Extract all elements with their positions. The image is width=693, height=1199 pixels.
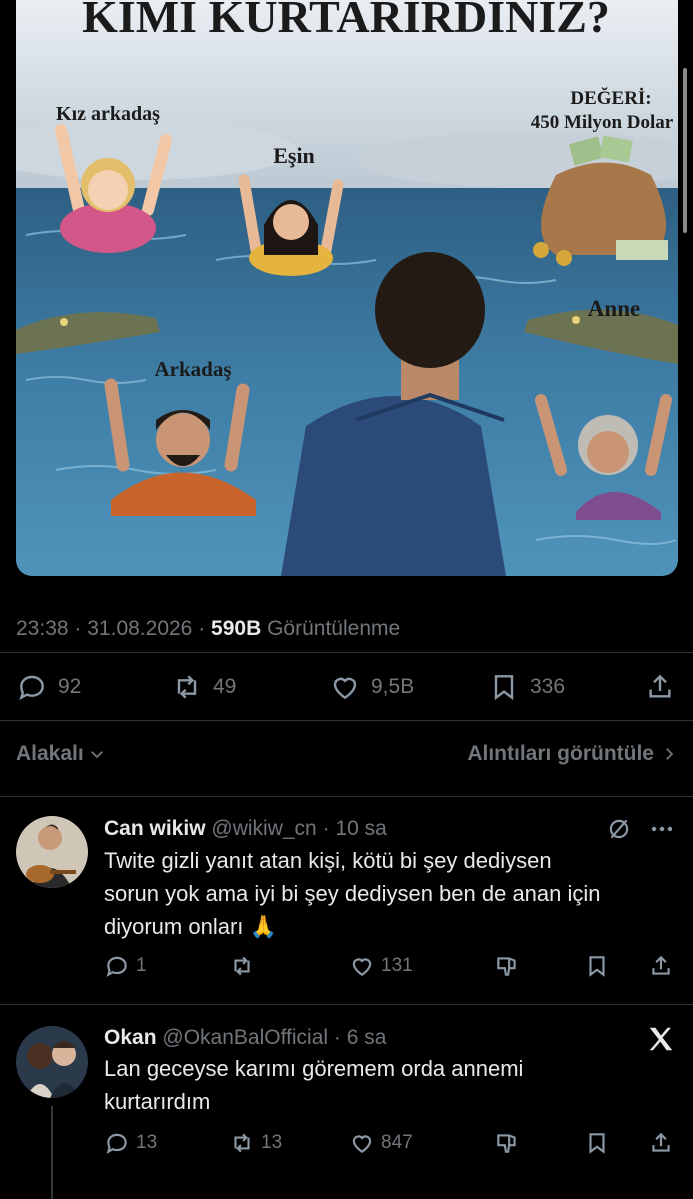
sort-dropdown[interactable]: Alakalı: [16, 742, 106, 766]
sort-label: Alakalı: [16, 742, 84, 765]
label-friend: Arkadaş: [154, 357, 231, 381]
heart-icon: [352, 958, 372, 976]
meta-separator: ·: [198, 617, 206, 640]
like-button[interactable]: 9,5B: [329, 668, 414, 706]
tweet-meta: 23:38 · 31.08.2026 · 590B Görüntülenme: [16, 617, 400, 641]
repost-button[interactable]: 13: [229, 1130, 282, 1156]
reply-count: 1: [136, 955, 147, 976]
reply-time[interactable]: 10 sa: [335, 817, 386, 840]
reply-text-line: Lan geceyse karımı göremem orda annemi: [104, 1056, 524, 1081]
avatar[interactable]: [16, 1026, 88, 1098]
bookmark-icon: [494, 675, 514, 701]
share-icon: [649, 674, 671, 698]
meta-separator: ·: [333, 1026, 341, 1049]
reply-text-line: Twite gizli yanıt atan kişi, kötü bi şey…: [104, 848, 552, 873]
reply-header: Okan @OkanBalOfficial · 6 sa: [104, 1026, 386, 1050]
handle[interactable]: @wikiw_cn: [211, 817, 316, 840]
reply-count: 92: [58, 675, 82, 698]
divider: [0, 652, 693, 653]
share-icon: [652, 1132, 670, 1152]
handle[interactable]: @OkanBalOfficial: [162, 1026, 328, 1049]
tweet-action-bar: 92 49 9,5B 336: [16, 668, 678, 706]
thread-connector: [51, 1106, 53, 1199]
tweet-date: 31.08.2026: [87, 617, 193, 640]
reply-text-line: sorun yok ama iyi bi şey dediysen ben de…: [104, 881, 601, 906]
avatar[interactable]: [16, 816, 88, 888]
scrollbar[interactable]: [683, 68, 687, 233]
bookmark-count: 336: [530, 675, 566, 698]
reply-time[interactable]: 6 sa: [347, 1026, 387, 1049]
chevron-down-icon: [90, 751, 103, 759]
like-button[interactable]: 131: [349, 953, 413, 979]
repost-count: 13: [261, 1132, 283, 1153]
reply-count: 13: [136, 1132, 158, 1153]
repost-icon: [234, 1133, 250, 1153]
display-name[interactable]: Can wikiw: [104, 817, 206, 840]
divider: [0, 720, 693, 721]
bookmark-button[interactable]: [584, 1130, 610, 1156]
heart-icon: [333, 677, 357, 700]
reply-button[interactable]: 1: [104, 953, 147, 979]
x-logo-icon[interactable]: [646, 1024, 676, 1054]
share-button[interactable]: [648, 1130, 674, 1156]
dislike-button[interactable]: [494, 1130, 520, 1156]
label-value-2: 450 Milyon Dolar: [531, 112, 674, 133]
like-count: 847: [381, 1132, 413, 1153]
reply-header: Can wikiw @wikiw_cn · 10 sa: [104, 817, 387, 841]
reply-icon: [19, 675, 44, 701]
like-count: 9,5B: [371, 675, 415, 698]
like-count: 131: [381, 955, 413, 976]
replies-sort-row: Alakalı Alıntıları görüntüle: [16, 740, 678, 772]
reply-text-line: diyorum onları 🙏: [104, 914, 277, 939]
image-title: KİMİ KURTARIRDINIZ?: [82, 0, 610, 42]
reply-text: Lan geceyse karımı göremem orda annemi k…: [104, 1052, 674, 1118]
reply-action-bar: 13 13 847: [104, 1130, 674, 1160]
thumbs-down-icon: [497, 957, 516, 976]
bookmark-button[interactable]: 336: [488, 668, 565, 706]
reply-icon: [106, 1133, 127, 1154]
view-quotes-link[interactable]: Alıntıları görüntüle: [467, 742, 678, 766]
views-label: Görüntülenme: [267, 617, 401, 640]
share-button[interactable]: [648, 953, 674, 979]
bookmark-icon: [589, 1133, 605, 1154]
label-girlfriend: Kız arkadaş: [56, 103, 160, 125]
tweet-time: 23:38: [16, 617, 69, 640]
meta-separator: ·: [74, 617, 82, 640]
thumbs-down-icon: [497, 1134, 516, 1153]
share-icon: [652, 955, 670, 975]
label-mother: Anne: [588, 296, 640, 321]
reply-item[interactable]: Okan @OkanBalOfficial · 6 sa Lan geceyse…: [0, 1004, 693, 1199]
grok-icon[interactable]: [606, 816, 632, 842]
repost-count: 49: [213, 675, 237, 698]
reply-icon: [106, 956, 127, 977]
repost-icon: [234, 956, 250, 976]
reply-text: Twite gizli yanıt atan kişi, kötü bi şey…: [104, 844, 674, 943]
bookmark-icon: [589, 956, 605, 977]
label-spouse: Eşin: [273, 143, 315, 168]
bookmark-button[interactable]: [584, 953, 610, 979]
display-name[interactable]: Okan: [104, 1026, 157, 1049]
label-value-1: DEĞERİ:: [570, 87, 651, 109]
view-quotes-label: Alıntıları görüntüle: [467, 742, 654, 765]
reply-button[interactable]: 92: [16, 668, 81, 706]
repost-button[interactable]: [229, 953, 261, 979]
reply-text-line: kurtarırdım: [104, 1089, 211, 1114]
dislike-button[interactable]: [494, 953, 520, 979]
share-button[interactable]: [644, 668, 676, 706]
reply-item[interactable]: Can wikiw @wikiw_cn · 10 sa Twite gizli …: [0, 796, 693, 1004]
repost-icon: [177, 675, 197, 699]
like-button[interactable]: 847: [349, 1130, 413, 1156]
chevron-right-icon: [666, 748, 674, 760]
tweet-image[interactable]: KİMİ KURTARIRDINIZ? Kız arkadaş Eşin DEĞ…: [16, 0, 678, 576]
view-count: 590B: [211, 617, 262, 640]
reply-action-bar: 1 131: [104, 953, 674, 983]
meta-separator: ·: [322, 817, 330, 840]
more-options-icon[interactable]: [650, 824, 674, 834]
reply-button[interactable]: 13: [104, 1130, 157, 1156]
heart-icon: [352, 1135, 372, 1153]
repost-button[interactable]: 49: [171, 668, 236, 706]
